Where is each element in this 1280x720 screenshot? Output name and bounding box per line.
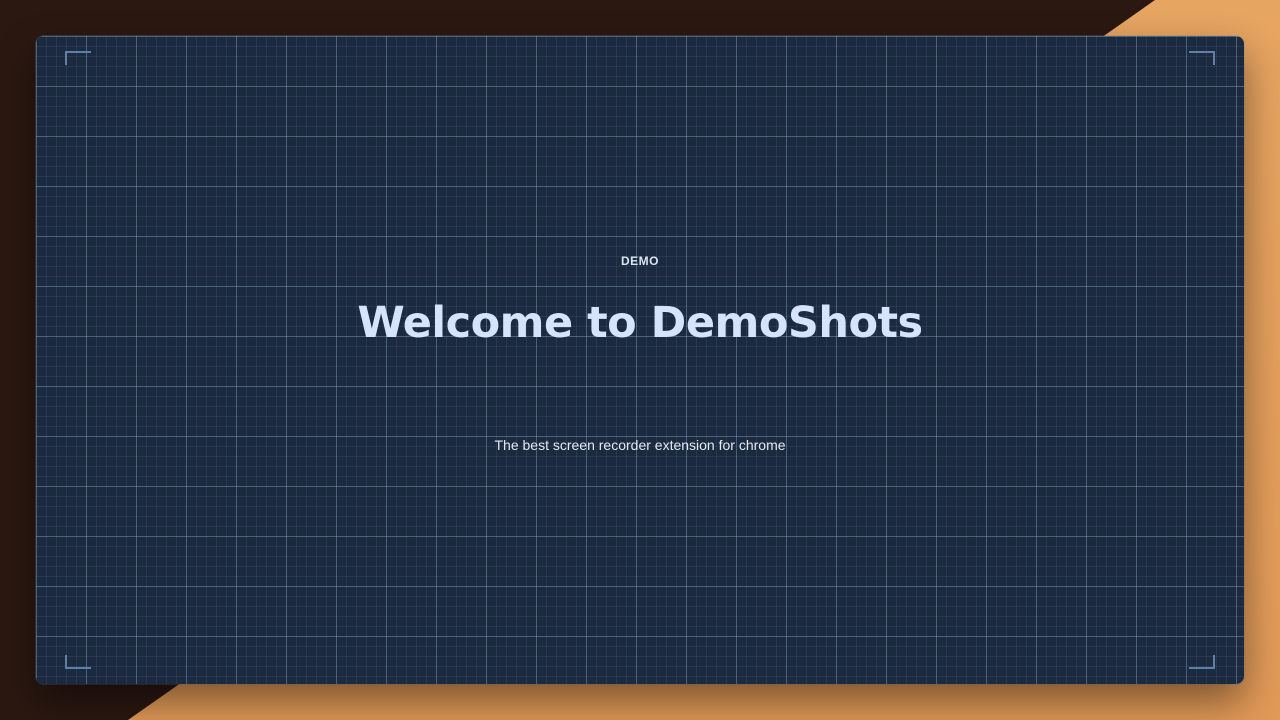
hero-subtitle: The best screen recorder extension for c… bbox=[494, 437, 786, 453]
slide-card: DEMO Welcome to DemoShots The best scree… bbox=[36, 36, 1244, 684]
corner-mark-top-right bbox=[1189, 51, 1215, 65]
hero-title: Welcome to DemoShots bbox=[357, 298, 923, 348]
eyebrow-label: DEMO bbox=[621, 254, 659, 268]
corner-mark-bottom-right bbox=[1189, 655, 1215, 669]
corner-mark-bottom-left bbox=[65, 655, 91, 669]
corner-mark-top-left bbox=[65, 51, 91, 65]
